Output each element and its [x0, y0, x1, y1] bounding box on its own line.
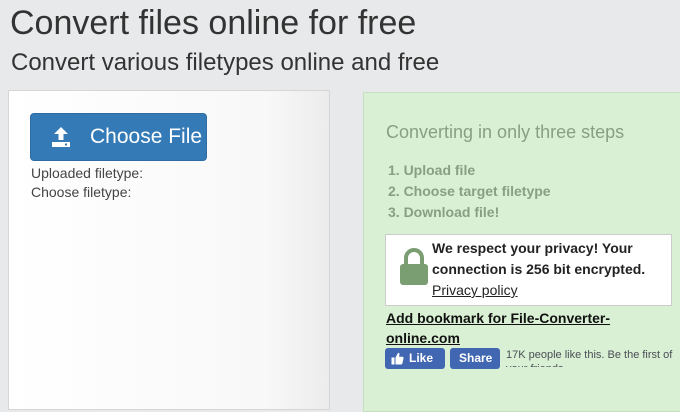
choose-filetype-label: Choose filetype:	[31, 184, 132, 200]
privacy-text-line: connection is 256 bit encrypted.	[432, 261, 646, 277]
thumbs-up-icon	[391, 352, 404, 365]
privacy-text-line: We respect your privacy! Your	[432, 240, 633, 256]
bookmark-link[interactable]: Add bookmark for File-Converter-	[386, 310, 610, 326]
uploaded-filetype-label: Uploaded filetype:	[31, 165, 144, 181]
choose-file-button[interactable]: Choose File	[30, 113, 207, 161]
facebook-like-button[interactable]: Like	[385, 348, 445, 369]
choose-file-label: Choose File	[90, 125, 203, 148]
facebook-share-button[interactable]: Share	[450, 348, 500, 369]
step-item: 1. Upload file	[388, 162, 476, 178]
bookmark-link[interactable]: online.com	[386, 330, 460, 346]
page-subtitle: Convert various filetypes online and fre…	[11, 49, 440, 76]
lock-icon	[400, 248, 428, 285]
social-context-text: 17K people like this. Be the first of yo…	[506, 349, 673, 367]
share-label: Share	[459, 351, 493, 365]
page-title: Convert files online for free	[10, 4, 417, 42]
like-label: Like	[409, 351, 434, 365]
facebook-social-context: 17K people like this. Be the first of yo…	[506, 348, 676, 367]
privacy-policy-link[interactable]: Privacy policy	[432, 282, 518, 298]
step-item: 3. Download file!	[388, 204, 500, 220]
step-item: 2. Choose target filetype	[388, 183, 551, 199]
upload-icon	[52, 127, 70, 147]
steps-heading: Converting in only three steps	[386, 122, 625, 142]
